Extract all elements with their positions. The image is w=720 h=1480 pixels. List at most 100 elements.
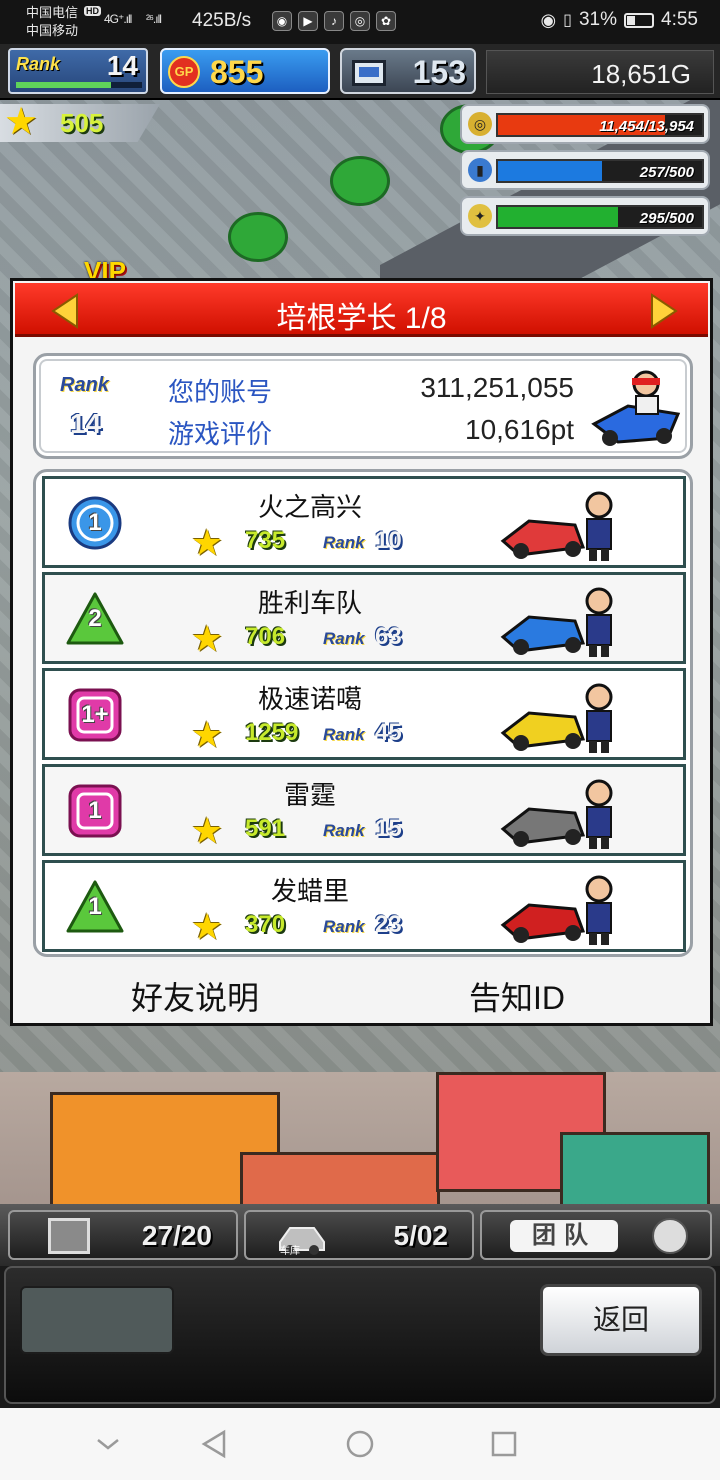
system-nav-bar [0,1408,720,1480]
star-counter[interactable]: ★ 505 [0,104,160,142]
rank-progress-fill [16,82,111,88]
friend-rank-badge: 1 [65,495,125,551]
resource-value: 11,454/13,954 [599,118,694,135]
friend-rank-value: 23 [375,911,402,938]
friend-row[interactable]: 2 胜利车队 ★ 706 Rank 63 [42,572,686,664]
friend-rank-label: Rank [323,533,365,552]
signal-2: ²⁶.ıll [146,12,162,26]
notify-id-link[interactable]: 告知ID [469,973,565,1019]
player-rank-box[interactable]: Rank 14 [8,48,148,94]
friend-stars: 1259 [245,719,299,746]
parts-tab[interactable]: 27/20 [8,1210,238,1260]
friend-rank-label: Rank [323,821,365,840]
vibrate-icon: ▯ [563,12,572,29]
eye-comfort-icon: ◉ [540,9,557,30]
friend-rank-value: 45 [375,719,402,746]
coin-stack-icon: ◎ [468,112,492,136]
star-count: 505 [60,108,104,138]
friends-dialog: 培根学长 1/8 Rank 14 您的账号 游戏评价 311,251,055 1… [10,278,713,1026]
garage-tab[interactable]: 车库 5/02 [244,1210,474,1260]
friend-stars: 735 [245,527,286,554]
crate-icon [48,1218,90,1254]
friend-name: 胜利车队 [257,588,362,618]
music-app-icon: ♪ [324,11,344,31]
status-right: ◉ ▯ 31% 4:55 [540,9,698,31]
pc-counter[interactable]: 153 [340,48,476,94]
friend-rank-badge: 1 [65,783,125,839]
browser-app-icon: ◎ [350,11,370,31]
gp-value: 855 [210,54,264,90]
friends-list[interactable]: 1 火之高兴 ★ 735 Rank 10 2 胜利车队 ★ 706 Rank 63 1+ 极速诺噶 ★ 125… [33,469,693,957]
friend-avatar-icon [500,491,613,561]
rank-progress-bar [16,82,142,88]
money-counter: 18,651G [486,50,714,94]
team-label: 团队 [510,1220,618,1252]
garage-count: 5/02 [393,1220,449,1251]
wheat-icon: ✦ [468,204,492,228]
friend-stars: 706 [245,623,286,650]
rating-label: 游戏评价 [168,419,273,449]
team-tab[interactable]: 团队 [480,1210,712,1260]
arrow-right-icon [651,293,678,329]
hud-panel: 返回 [4,1266,716,1404]
friend-badge-number: 2 [88,605,102,632]
friend-avatar-icon [500,587,613,657]
friends-help-link[interactable]: 好友说明 [131,973,259,1019]
carrier-2: 中国移动 [26,23,79,38]
wechat-icon: ◉ [272,11,292,31]
friend-stars: 591 [245,815,286,842]
friend-row[interactable]: 1 发蜡里 ★ 370 Rank 23 [42,860,686,952]
friend-badge-number: 1 [88,797,102,824]
friend-badge-number: 1+ [81,701,109,728]
dialog-title: 培根学长 1/8 [276,302,447,335]
resource-value: 257/500 [639,164,694,181]
friend-row[interactable]: 1 雷霆 ★ 591 Rank 15 [42,764,686,856]
gp-counter[interactable]: GP 855 [160,48,330,94]
status-bar: 中国电信 中国移动 HD 4G⁺.ıll ²⁶.ıll 425B/s ◉ ▶ ♪… [0,0,720,44]
friend-rank-value: 63 [375,623,402,650]
friend-rank-badge: 2 [65,591,125,647]
star-icon: ★ [191,906,224,947]
friend-rank-value: 10 [375,527,402,554]
account-card: Rank 14 您的账号 游戏评价 311,251,055 10,616pt [33,353,693,459]
resource-track: 11,454/13,954 [496,113,704,137]
next-page-button[interactable] [650,293,678,329]
account-rank-label: Rank [60,374,109,396]
friend-row[interactable]: 1 火之高兴 ★ 735 Rank 10 [42,476,686,568]
racer-avatar-icon [591,370,681,446]
paw-app-icon: ✿ [376,11,396,31]
network-speed: 425B/s [192,10,252,31]
team-member-icon [652,1218,688,1254]
star-icon: ★ [191,810,224,851]
money-value: 18,651G [591,59,691,89]
friend-rank-label: Rank [323,629,365,648]
friend-name: 火之高兴 [257,492,362,522]
home-circle-icon[interactable] [344,1428,376,1460]
gp-coin-icon: GP [168,56,200,88]
star-icon: ★ [191,618,224,659]
resource-bar: ◎ 11,454/13,954 [460,104,710,144]
friend-name: 极速诺噶 [257,684,362,714]
friend-badge-number: 1 [88,509,102,536]
tree-icon [228,212,288,262]
resource-track: 257/500 [496,159,704,183]
chevron-down-icon[interactable] [92,1428,124,1460]
account-id-label: 您的账号 [168,377,273,407]
water-bottle-icon: ▮ [468,158,492,182]
resource-bar: ▮ 257/500 [460,150,710,190]
garage-caption: 车库 [280,1246,300,1257]
friend-row[interactable]: 1+ 极速诺噶 ★ 1259 Rank 45 [42,668,686,760]
friend-rank-value: 15 [375,815,402,842]
battery-icon [624,12,655,28]
parts-count: 27/20 [141,1220,212,1251]
rank-value: 14 [106,50,138,81]
account-id-value: 311,251,055 [420,372,574,403]
back-triangle-icon[interactable] [198,1428,230,1460]
friend-avatar-icon [500,683,613,753]
friend-rank-badge: 1+ [65,687,125,743]
friend-name: 发蜡里 [270,876,349,906]
signal-1: 4G⁺.ıll [104,12,132,26]
back-button[interactable]: 返回 [540,1284,702,1356]
recents-square-icon[interactable] [488,1428,520,1460]
friend-name: 雷霆 [283,780,336,810]
